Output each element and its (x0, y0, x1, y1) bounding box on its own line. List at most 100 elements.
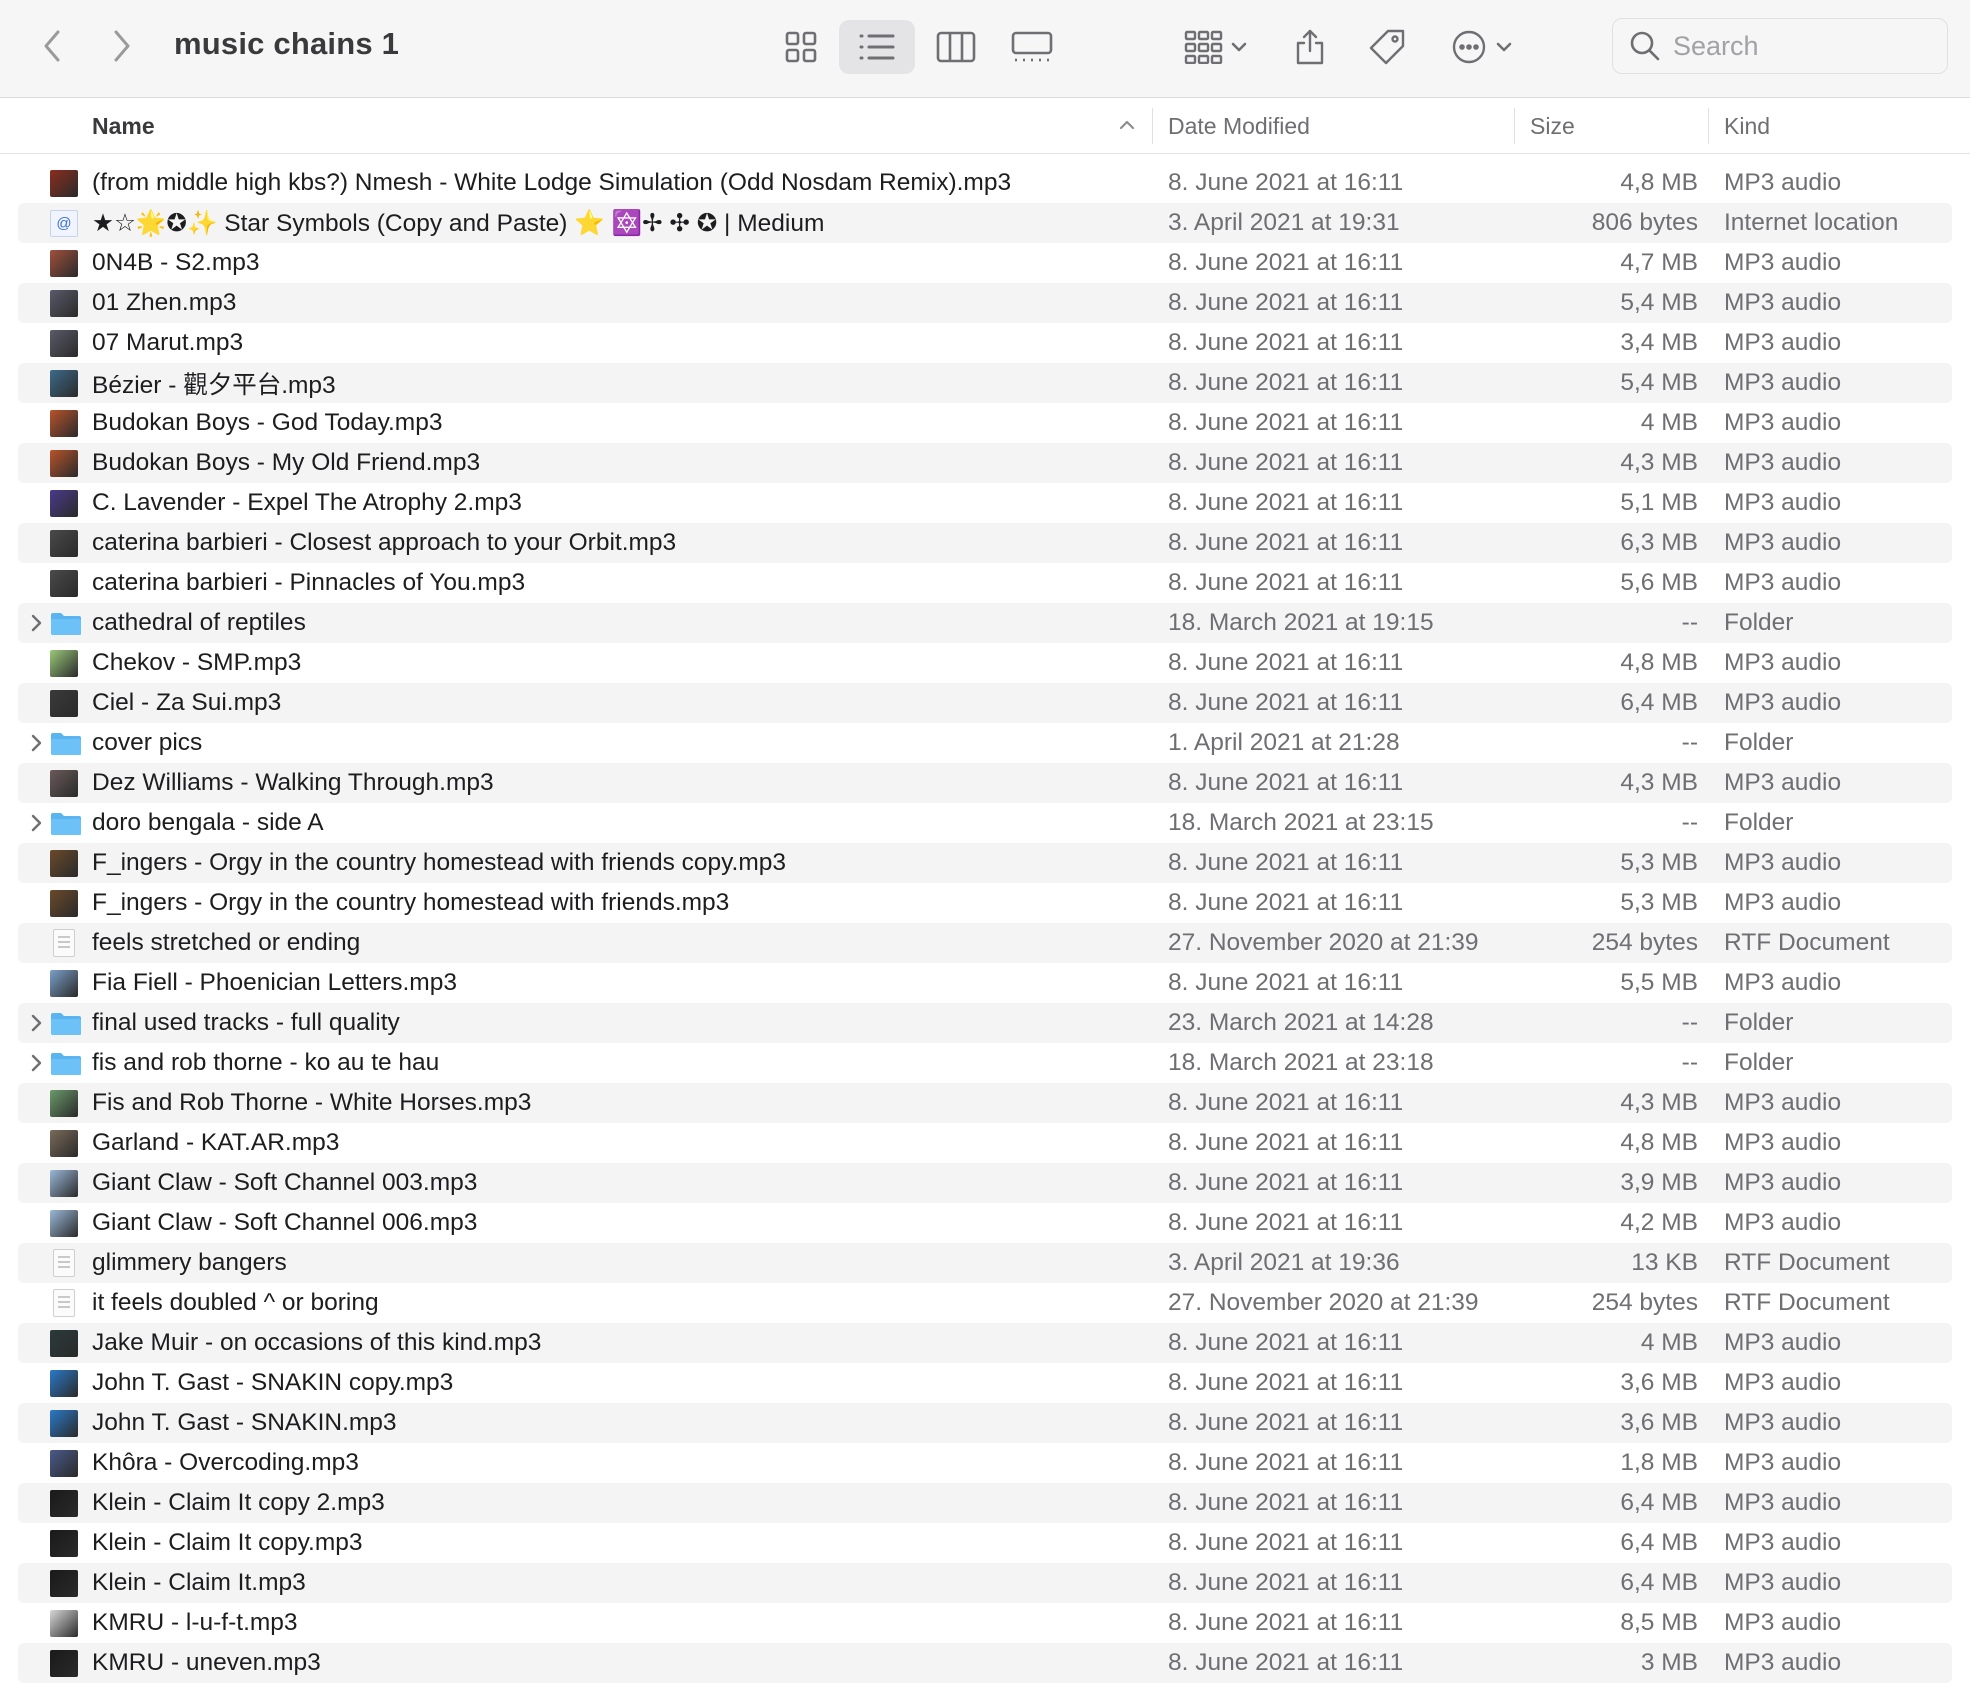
search-field[interactable] (1612, 18, 1948, 74)
column-divider[interactable] (1152, 108, 1153, 144)
folder-row[interactable]: fis and rob thorne - ko au te hau 18. Mar… (18, 1043, 1952, 1083)
file-row[interactable]: Klein - Claim It copy 2.mp3 8. June 2021 … (18, 1483, 1952, 1523)
file-name: F_ingers - Orgy in the country homestead… (92, 889, 730, 916)
file-row[interactable]: Fis and Rob Thorne - White Horses.mp3 8. … (18, 1083, 1952, 1123)
file-row[interactable]: Giant Claw - Soft Channel 006.mp3 8. June… (18, 1203, 1952, 1243)
file-row[interactable]: KMRU - l-u-f-t.mp3 8. June 2021 at 16:11 8… (18, 1603, 1952, 1643)
file-row[interactable]: (from middle high kbs?) Nmesh - White Lo… (18, 163, 1952, 203)
file-row[interactable]: @ ★☆🌟✪✨ Star Symbols (Copy and Paste) ⭐️ … (18, 203, 1952, 243)
file-row[interactable]: Budokan Boys - My Old Friend.mp3 8. June … (18, 443, 1952, 483)
share-button[interactable] (1286, 20, 1334, 74)
file-row[interactable]: Fia Fiell - Phoenician Letters.mp3 8. Jun… (18, 963, 1952, 1003)
file-row[interactable]: Garland - KAT.AR.mp3 8. June 2021 at 16:1… (18, 1123, 1952, 1163)
forward-button[interactable] (102, 22, 142, 70)
column-divider[interactable] (1514, 108, 1515, 144)
file-row[interactable]: Klein - Claim It copy.mp3 8. June 2021 at… (18, 1523, 1952, 1563)
file-row[interactable]: Khôra - Overcoding.mp3 8. June 2021 at 16… (18, 1443, 1952, 1483)
chevron-right-icon (114, 30, 130, 62)
file-name: Fia Fiell - Phoenician Letters.mp3 (92, 969, 457, 996)
sort-ascending-icon[interactable] (1116, 114, 1138, 141)
file-size: 5,5 MB (1620, 969, 1698, 996)
file-row[interactable]: glimmery bangers 3. April 2021 at 19:36 13… (18, 1243, 1952, 1283)
file-row[interactable]: caterina barbieri - Closest approach to … (18, 523, 1952, 563)
file-row[interactable]: it feels doubled ^ or boring 27. November… (18, 1283, 1952, 1323)
album-art-icon (50, 1410, 78, 1437)
column-header-kind[interactable]: Kind (1724, 98, 1770, 154)
disclosure-chevron-icon[interactable] (26, 733, 46, 753)
file-name: glimmery bangers (92, 1249, 287, 1276)
search-input[interactable] (1673, 30, 1923, 62)
folder-icon (50, 1012, 82, 1036)
album-art-icon (50, 1610, 78, 1637)
gallery-view-button[interactable] (1000, 20, 1064, 74)
chevron-down-icon (1231, 42, 1247, 52)
file-size: 6,4 MB (1620, 1529, 1698, 1556)
column-header-name[interactable]: Name (92, 98, 155, 154)
album-art-icon (50, 370, 78, 397)
file-row[interactable]: caterina barbieri - Pinnacles of You.mp3… (18, 563, 1952, 603)
file-row[interactable]: Giant Claw - Soft Channel 003.mp3 8. June… (18, 1163, 1952, 1203)
file-name: Budokan Boys - My Old Friend.mp3 (92, 449, 481, 476)
album-art-icon (50, 330, 78, 357)
file-name: Chekov - SMP.mp3 (92, 649, 302, 676)
more-actions-button[interactable] (1446, 20, 1518, 74)
file-name: caterina barbieri - Pinnacles of You.mp3 (92, 569, 526, 596)
file-row[interactable]: KMRU - uneven.mp3 8. June 2021 at 16:11 3 … (18, 1643, 1952, 1683)
file-list: (from middle high kbs?) Nmesh - White Lo… (18, 163, 1952, 1683)
file-kind: MP3 audio (1724, 1169, 1842, 1196)
file-name: feels stretched or ending (92, 929, 361, 956)
file-row[interactable]: Chekov - SMP.mp3 8. June 2021 at 16:11 4,8… (18, 643, 1952, 683)
file-size: 806 bytes (1591, 209, 1698, 236)
column-divider[interactable] (1708, 108, 1709, 144)
file-size: 4,3 MB (1620, 1089, 1698, 1116)
album-art-icon (50, 530, 78, 557)
file-row[interactable]: 07 Marut.mp3 8. June 2021 at 16:11 3,4 MB M… (18, 323, 1952, 363)
file-size: 254 bytes (1591, 1289, 1698, 1316)
column-header-date-modified[interactable]: Date Modified (1168, 98, 1310, 154)
file-row[interactable]: feels stretched or ending 27. November 20… (18, 923, 1952, 963)
file-row[interactable]: John T. Gast - SNAKIN.mp3 8. June 2021 at… (18, 1403, 1952, 1443)
file-row[interactable]: 0N4B - S2.mp3 8. June 2021 at 16:11 4,7 MB… (18, 243, 1952, 283)
column-view-button[interactable] (925, 20, 987, 74)
disclosure-chevron-icon[interactable] (26, 1053, 46, 1073)
album-art-icon (50, 410, 78, 437)
disclosure-chevron-icon[interactable] (26, 613, 46, 633)
file-name: (from middle high kbs?) Nmesh - White Lo… (92, 169, 1012, 196)
file-row[interactable]: Klein - Claim It.mp3 8. June 2021 at 16:1… (18, 1563, 1952, 1603)
file-size: 5,3 MB (1620, 849, 1698, 876)
list-view-button[interactable] (839, 20, 915, 74)
file-row[interactable]: F_ingers - Orgy in the country homestead… (18, 843, 1952, 883)
disclosure-chevron-icon[interactable] (26, 813, 46, 833)
file-name: Ciel - Za Sui.mp3 (92, 689, 282, 716)
file-size: 4,3 MB (1620, 449, 1698, 476)
file-row[interactable]: Budokan Boys - God Today.mp3 8. June 2021… (18, 403, 1952, 443)
column-header-size[interactable]: Size (1530, 98, 1575, 154)
file-size: 4 MB (1640, 1329, 1698, 1356)
file-row[interactable]: C. Lavender - Expel The Atrophy 2.mp3 8. … (18, 483, 1952, 523)
file-row[interactable]: Ciel - Za Sui.mp3 8. June 2021 at 16:11 6,… (18, 683, 1952, 723)
file-row[interactable]: F_ingers - Orgy in the country homestead… (18, 883, 1952, 923)
folder-row[interactable]: cover pics 1. April 2021 at 21:28 -- Folder (18, 723, 1952, 763)
window-title: music chains 1 (174, 26, 400, 61)
finder-toolbar: music chains 1 (0, 0, 1970, 98)
file-size: 4 MB (1640, 409, 1698, 436)
tags-button[interactable] (1362, 20, 1412, 74)
file-row[interactable]: Jake Muir - on occasions of this kind.mp… (18, 1323, 1952, 1363)
file-row[interactable]: Bézier - 觀夕平台.mp3 8. June 2021 at 16:11 5,… (18, 363, 1952, 403)
document-icon (53, 929, 75, 957)
file-row[interactable]: Dez Williams - Walking Through.mp3 8. Jun… (18, 763, 1952, 803)
icon-view-button[interactable] (770, 20, 832, 74)
file-kind: MP3 audio (1724, 169, 1842, 196)
file-row[interactable]: 01 Zhen.mp3 8. June 2021 at 16:11 5,4 MB MP… (18, 283, 1952, 323)
file-name: KMRU - l-u-f-t.mp3 (92, 1609, 298, 1636)
album-art-icon (50, 1330, 78, 1357)
album-art-icon (50, 690, 78, 717)
disclosure-chevron-icon[interactable] (26, 1013, 46, 1033)
folder-row[interactable]: final used tracks - full quality 23. Marc… (18, 1003, 1952, 1043)
group-by-button[interactable] (1176, 20, 1256, 74)
folder-row[interactable]: doro bengala - side A 18. March 2021 at 2… (18, 803, 1952, 843)
file-row[interactable]: John T. Gast - SNAKIN copy.mp3 8. June 20… (18, 1363, 1952, 1403)
folder-row[interactable]: cathedral of reptiles 18. March 2021 at 1… (18, 603, 1952, 643)
file-kind: MP3 audio (1724, 649, 1842, 676)
back-button[interactable] (32, 22, 72, 70)
